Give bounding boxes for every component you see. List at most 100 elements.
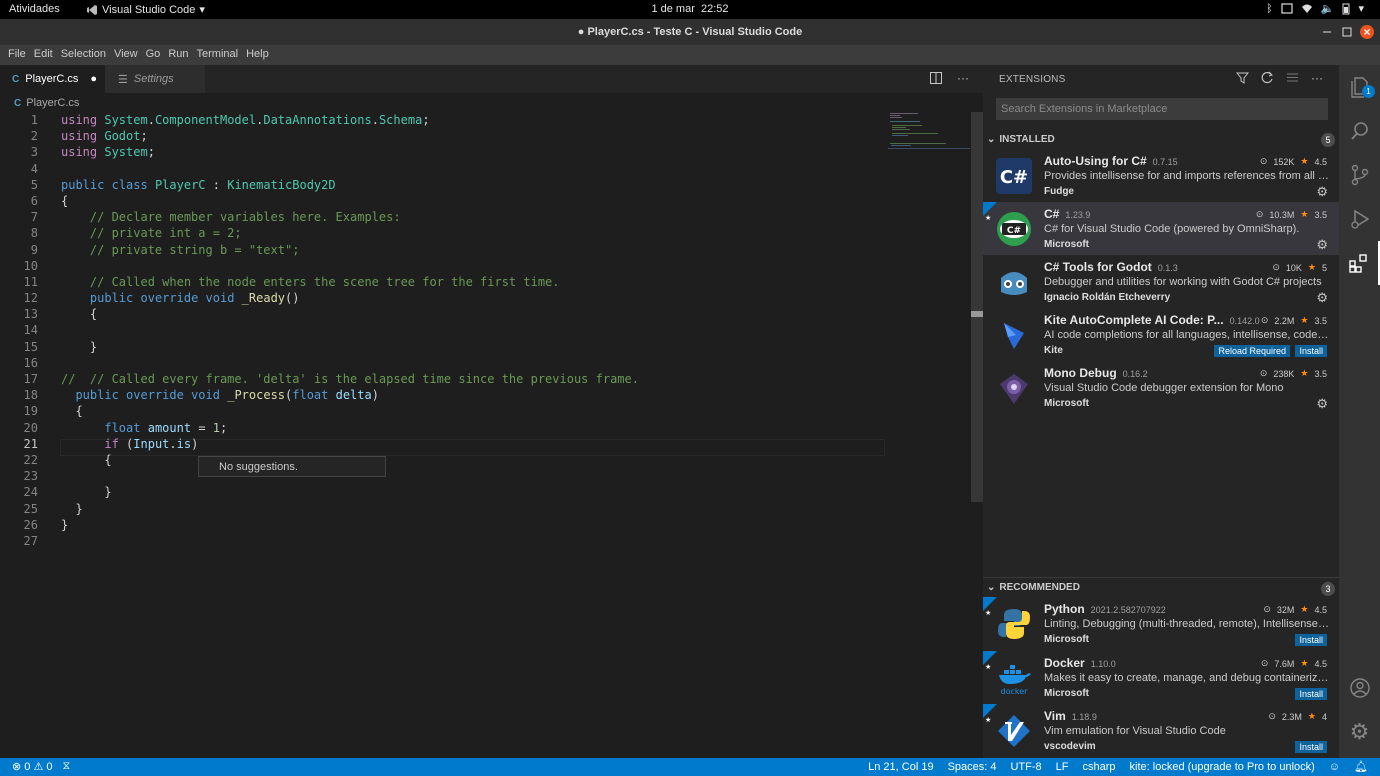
code-line: 3 using System; xyxy=(30,145,155,160)
breadcrumb[interactable]: C PlayerC.cs xyxy=(14,97,79,109)
run-debug-activity[interactable] xyxy=(1339,197,1380,241)
sidebar-actions: ··· xyxy=(1236,71,1323,85)
source-control-activity[interactable] xyxy=(1339,153,1380,197)
notifications-bell-icon[interactable]: 🔔︎ xyxy=(1354,760,1368,773)
downloads-icon: ⊙ xyxy=(1260,658,1269,668)
tab-settings[interactable]: ☰ Settings xyxy=(105,65,205,93)
system-tray[interactable]: ᛒ 🔈 ▾ xyxy=(1266,2,1364,16)
search-activity[interactable] xyxy=(1339,109,1380,153)
code-line: 20 float amount = 1; xyxy=(23,420,228,435)
explorer-activity[interactable]: 1 xyxy=(1339,65,1380,109)
clock[interactable]: 1 de mar 22:52 xyxy=(0,3,1380,15)
broadcast-icon[interactable]: ⧖ xyxy=(63,760,71,773)
menu-go[interactable]: Go xyxy=(142,45,165,65)
tab-playerc[interactable]: C PlayerC.cs ● xyxy=(0,65,105,93)
language-mode[interactable]: csharp xyxy=(1083,761,1116,773)
menu-file[interactable]: File xyxy=(4,45,30,65)
extensions-activity[interactable] xyxy=(1339,241,1380,285)
csharp-file-icon: C xyxy=(12,73,20,85)
unsaved-dot-icon[interactable]: ● xyxy=(90,73,97,85)
recommended-corner-badge: ★ xyxy=(983,597,997,617)
menu-selection[interactable]: Selection xyxy=(57,45,110,65)
extension-item-vim[interactable]: ★ Vim 1.18.9 ⊙ 2.3M ★ 4 Vim emulation for Vi… xyxy=(983,704,1339,757)
installed-section-header[interactable]: ⌄ INSTALLED 5 xyxy=(983,129,1339,149)
recommended-section-header[interactable]: ⌄ RECOMMENDED 3 xyxy=(983,577,1339,597)
install-button[interactable]: Install xyxy=(1295,741,1327,753)
docker-logo-icon: docker xyxy=(999,665,1031,696)
wifi-icon[interactable] xyxy=(1301,3,1313,14)
gear-icon[interactable]: ⚙ xyxy=(1316,184,1328,200)
activities-button[interactable]: Atividades xyxy=(9,3,60,15)
extension-item-csharp[interactable]: ★ C# C# 1.23.9 ⊙ 10.3M ★ 3.5 C# for Visual S… xyxy=(983,202,1339,255)
menu-run[interactable]: Run xyxy=(164,45,192,65)
sidebar-title: EXTENSIONS xyxy=(999,74,1066,85)
more-actions-icon[interactable]: ··· xyxy=(957,71,969,85)
feedback-icon[interactable]: ☺ xyxy=(1329,761,1340,773)
code-line: 18 public override void _Process(float d… xyxy=(23,388,379,403)
extension-description: Debugger and utilities for working with … xyxy=(1044,276,1322,288)
vscode-icon xyxy=(87,4,97,15)
extension-item-kite[interactable]: Kite AutoComplete AI Code: P... 0.142.0 ⊙… xyxy=(983,308,1339,361)
accounts-activity[interactable] xyxy=(1339,666,1380,710)
clear-results-icon[interactable] xyxy=(1286,71,1299,84)
problems-status[interactable]: ⊗ 0 ⚠ 0 xyxy=(12,760,53,773)
bluetooth-icon[interactable]: ᛒ xyxy=(1266,3,1273,15)
extension-item-python[interactable]: ★ Python 2021.2.582707922 ⊙ 32M ★ 4.5 Lintin… xyxy=(983,597,1339,650)
gear-icon[interactable]: ⚙ xyxy=(1316,237,1328,253)
downloads-icon: ⊙ xyxy=(1259,156,1268,166)
maximize-icon[interactable] xyxy=(1338,23,1356,41)
code-area[interactable]: 1 using System.ComponentModel.DataAnnotat… xyxy=(0,112,885,549)
eol-status[interactable]: LF xyxy=(1056,761,1069,773)
minimap[interactable] xyxy=(888,110,970,150)
code-line: 13 { xyxy=(23,307,98,322)
svg-text:C#: C# xyxy=(1007,226,1021,236)
code-line: 15 } xyxy=(23,339,98,354)
indentation-status[interactable]: Spaces: 4 xyxy=(948,761,997,773)
more-actions-icon[interactable]: ··· xyxy=(1311,71,1323,85)
app-menu[interactable]: Visual Studio Code ▾ xyxy=(86,3,205,16)
extension-item-mono-debug[interactable]: Mono Debug 0.16.2 ⊙ 238K ★ 3.5 Visual Studio… xyxy=(983,361,1339,414)
downloads-icon: ⊙ xyxy=(1272,262,1280,272)
breadcrumb-file[interactable]: PlayerC.cs xyxy=(26,97,79,109)
install-button[interactable]: Install xyxy=(1295,688,1327,700)
downloads-icon: ⊙ xyxy=(1268,711,1276,721)
volume-icon[interactable]: 🔈 xyxy=(1321,2,1335,15)
reload-required-button[interactable]: Reload Required xyxy=(1214,345,1290,357)
install-button[interactable]: Install xyxy=(1295,345,1327,357)
installed-count-badge: 5 xyxy=(1321,133,1335,147)
tab-label: PlayerC.cs xyxy=(25,73,79,85)
extension-version: 1.23.9 xyxy=(1065,210,1091,220)
code-line: 12 public override void _Ready() xyxy=(23,291,300,306)
code-line: 1 using System.ComponentModel.DataAnnotat… xyxy=(30,113,430,127)
menu-terminal[interactable]: Terminal xyxy=(193,45,243,65)
extension-description: Visual Studio Code debugger extension fo… xyxy=(1044,382,1284,394)
filter-icon[interactable] xyxy=(1236,71,1249,84)
extension-publisher: Fudge xyxy=(1044,186,1074,197)
install-button[interactable]: Install xyxy=(1295,634,1327,646)
menu-help[interactable]: Help xyxy=(242,45,273,65)
menu-view[interactable]: View xyxy=(110,45,142,65)
extension-publisher: Microsoft xyxy=(1044,634,1089,645)
extensions-search-input[interactable]: Search Extensions in Marketplace xyxy=(996,98,1328,120)
extension-item-csharp-tools-godot[interactable]: C# Tools for Godot 0.1.3 ⊙ 10K ★ 5 Debugger … xyxy=(983,255,1339,308)
split-editor-icon[interactable] xyxy=(929,71,943,85)
menu-edit[interactable]: Edit xyxy=(30,45,57,65)
editor-scrollbar[interactable] xyxy=(971,112,983,502)
close-icon[interactable] xyxy=(1358,23,1376,41)
gear-icon[interactable]: ⚙ xyxy=(1316,290,1328,306)
godot-logo-icon xyxy=(1001,272,1027,295)
refresh-icon[interactable] xyxy=(1261,71,1274,84)
battery-icon[interactable] xyxy=(1342,3,1350,15)
power-menu-icon[interactable]: ▾ xyxy=(1358,2,1364,15)
extension-item-auto-using[interactable]: C# Auto-Using for C# 0.7.15 ⊙ 152K ★ 4.5 Pro… xyxy=(983,149,1339,202)
encoding-status[interactable]: UTF-8 xyxy=(1010,761,1041,773)
extension-item-docker[interactable]: ★ docker Docker 1.10.0 ⊙ 7.6M ★ 4.5 Makes it… xyxy=(983,651,1339,704)
source-control-icon xyxy=(1351,164,1368,186)
minimize-icon[interactable] xyxy=(1318,23,1336,41)
manage-activity[interactable]: ⚙ xyxy=(1339,710,1380,754)
gear-icon[interactable]: ⚙ xyxy=(1316,396,1328,412)
cursor-position[interactable]: Ln 21, Col 19 xyxy=(868,761,933,773)
kite-status[interactable]: kite: locked (upgrade to Pro to unlock) xyxy=(1130,761,1315,773)
clock-time: 22:52 xyxy=(701,3,729,15)
screen-icon[interactable] xyxy=(1281,3,1293,14)
